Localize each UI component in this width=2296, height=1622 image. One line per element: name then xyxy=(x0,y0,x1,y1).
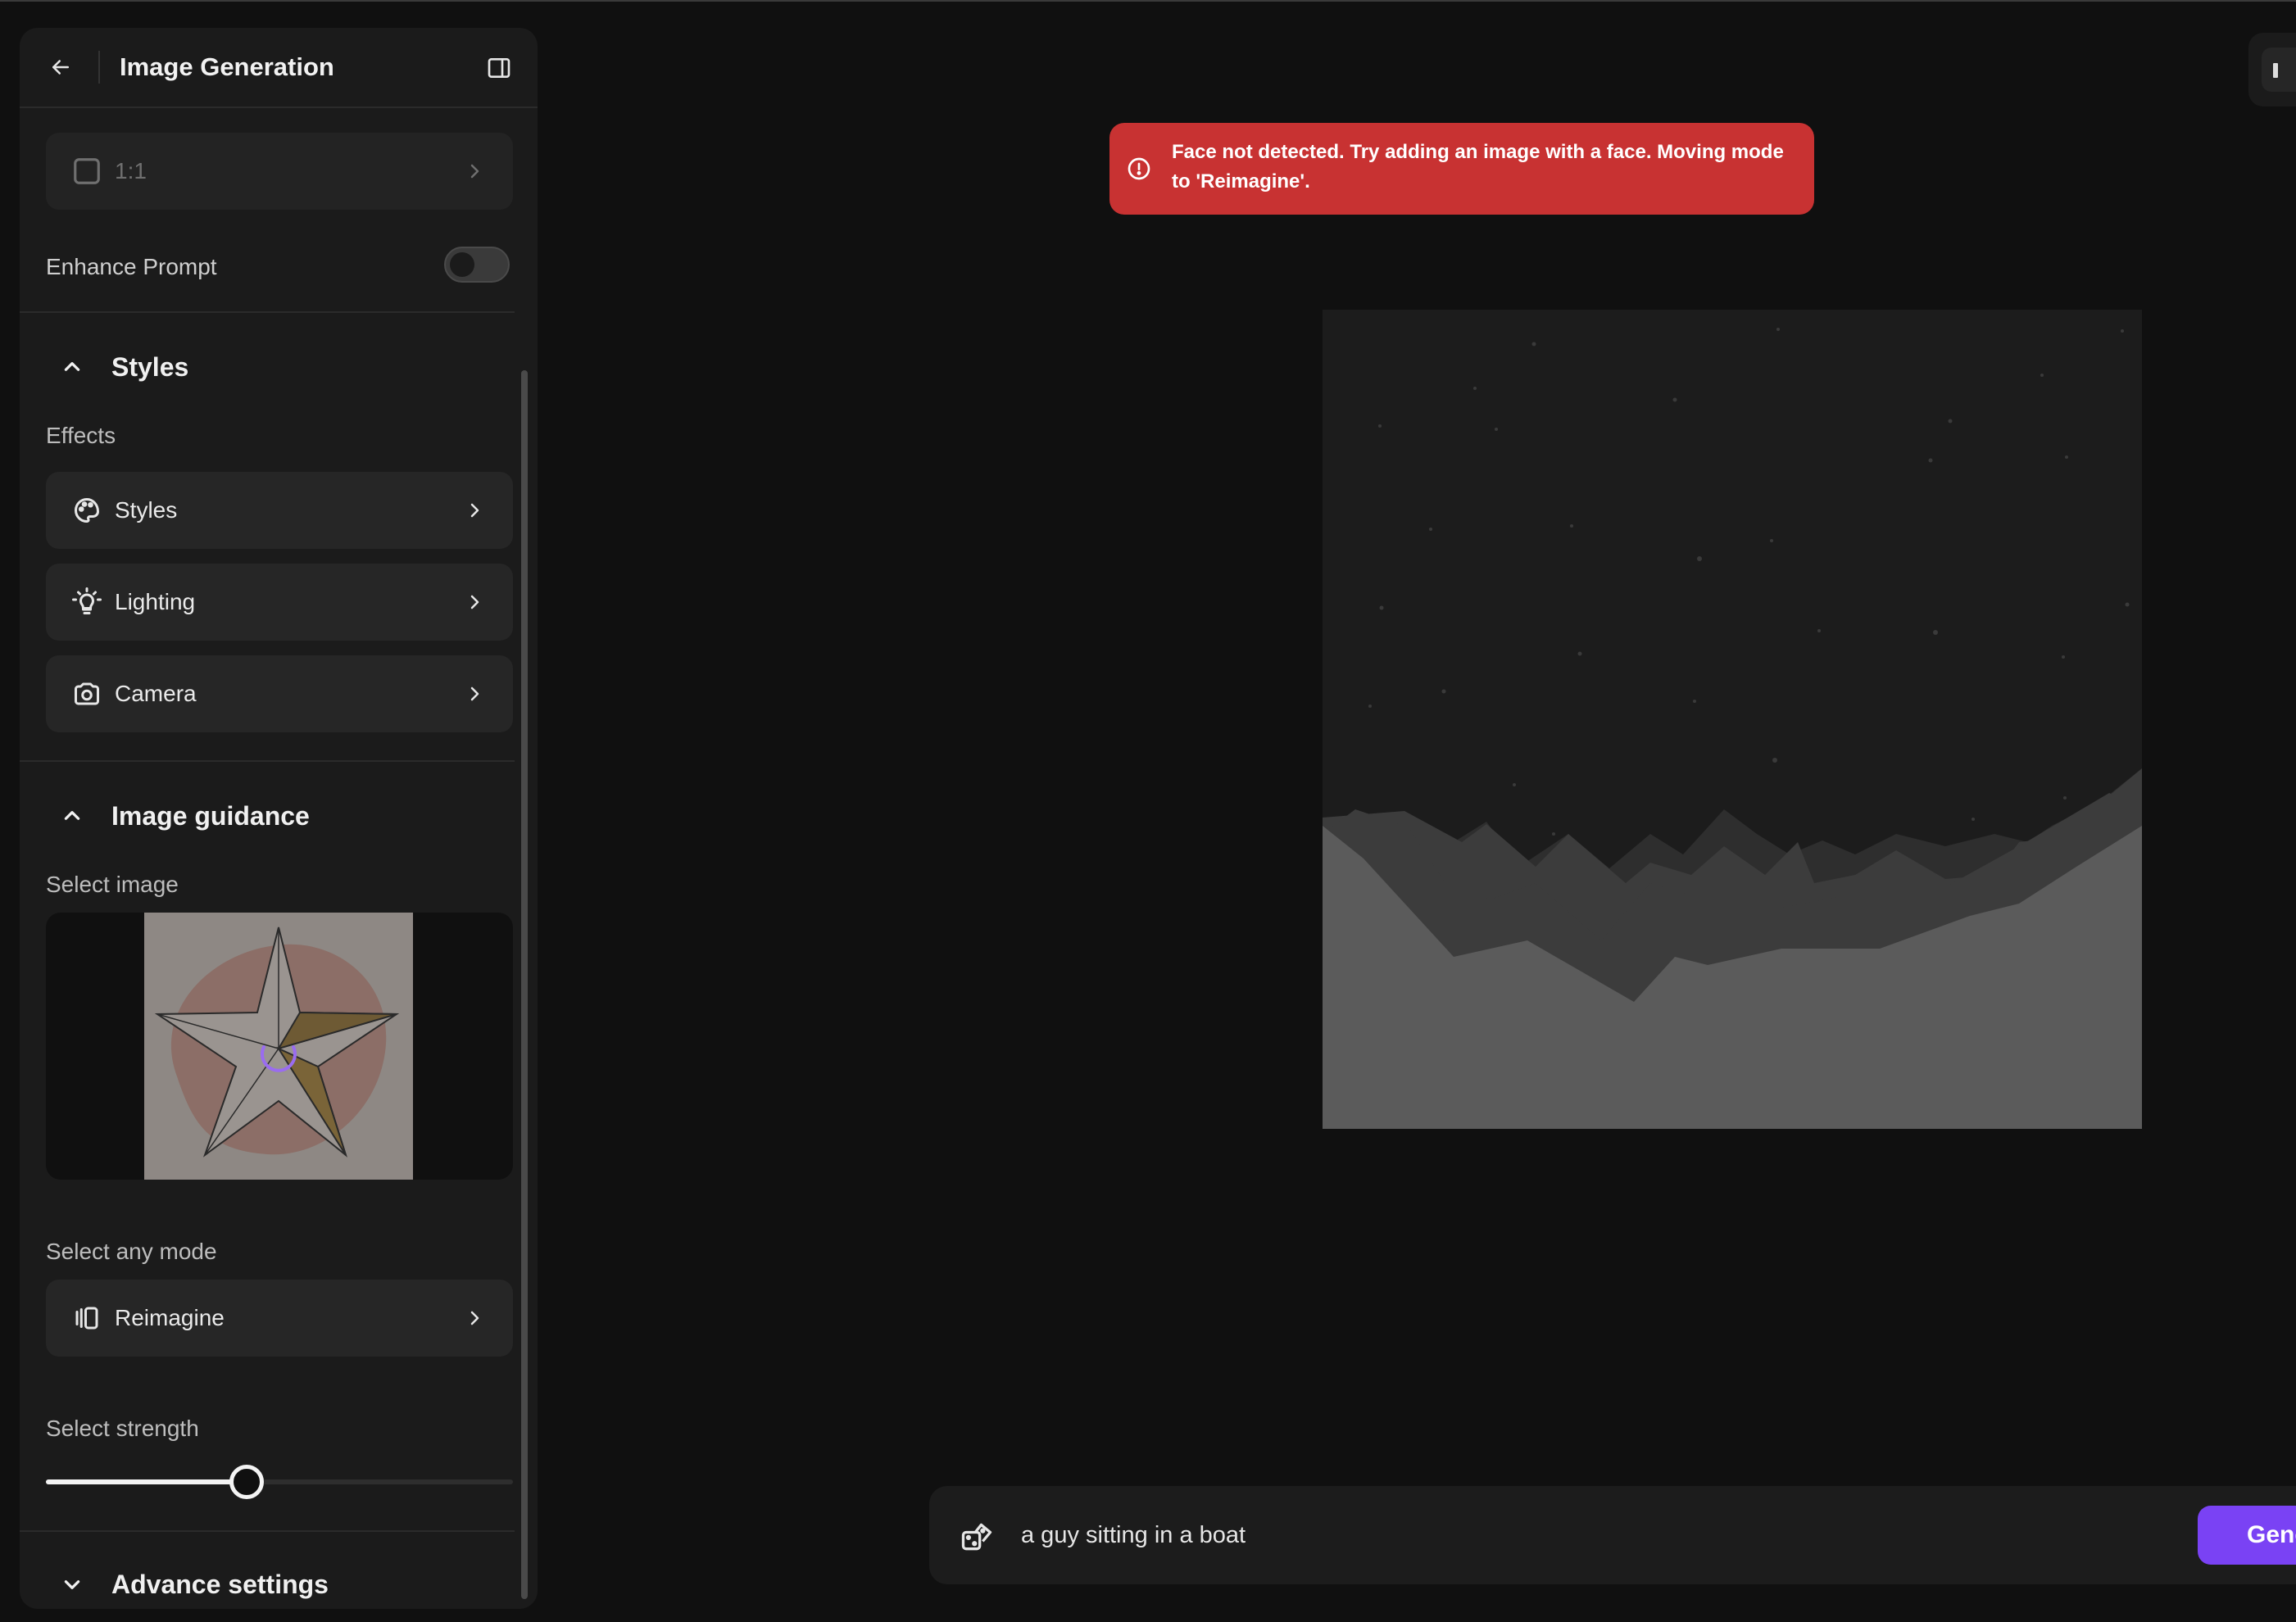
prompt-bar: a guy sitting in a boat xyxy=(929,1486,2296,1584)
select-strength-label: Select strength xyxy=(46,1416,199,1441)
prompt-input[interactable]: a guy sitting in a boat xyxy=(1021,1486,1246,1584)
strength-slider-thumb[interactable] xyxy=(229,1465,264,1499)
sidebar-title: Image Generation xyxy=(120,52,334,81)
toast-message: Face not detected. Try adding an image w… xyxy=(1172,141,1784,193)
effects-label: Effects xyxy=(46,423,116,448)
chevron-right-icon xyxy=(461,588,488,616)
strength-slider-fill xyxy=(46,1479,247,1484)
camera-button[interactable]: Camera xyxy=(46,655,513,732)
arrow-left-icon xyxy=(52,60,69,75)
window-top-border xyxy=(0,0,2296,2)
styles-button[interactable]: Styles xyxy=(46,472,513,549)
chevron-up-icon[interactable] xyxy=(57,801,87,831)
top-right-control-inner xyxy=(2262,48,2296,92)
aspect-ratio-selector[interactable]: 1:1 xyxy=(46,133,513,210)
camera-icon xyxy=(70,677,103,710)
advance-settings-title[interactable]: Advance settings xyxy=(111,1570,329,1600)
chevron-right-icon xyxy=(461,496,488,524)
camera-label: Camera xyxy=(115,681,197,706)
palette-icon xyxy=(70,494,103,527)
chevron-right-icon xyxy=(461,1304,488,1332)
reimagine-icon xyxy=(70,1302,103,1334)
styles-section-title[interactable]: Styles xyxy=(111,352,188,383)
lighting-button[interactable]: Lighting xyxy=(46,564,513,641)
pause-icon xyxy=(2273,63,2278,78)
chevron-right-icon xyxy=(461,157,488,185)
alert-circle-icon xyxy=(1124,154,1154,183)
error-toast: Face not detected. Try adding an image w… xyxy=(1109,123,1814,215)
enhance-prompt-label: Enhance Prompt xyxy=(46,254,217,279)
lighting-label: Lighting xyxy=(115,589,196,614)
back-button[interactable] xyxy=(44,51,77,84)
header-separator xyxy=(98,51,100,84)
lightbulb-icon xyxy=(70,586,103,618)
mode-selector[interactable]: Reimagine xyxy=(46,1280,513,1357)
toggle-panel-button[interactable] xyxy=(483,52,515,84)
strength-slider[interactable] xyxy=(46,1465,513,1499)
generated-image[interactable] xyxy=(1323,310,2142,1129)
image-guidance-title[interactable]: Image guidance xyxy=(111,801,310,831)
section-divider xyxy=(20,311,515,313)
chevron-down-icon[interactable] xyxy=(57,1570,87,1599)
generate-button[interactable]: Generate xyxy=(2198,1506,2296,1565)
section-divider xyxy=(20,760,515,762)
sidebar-scrollbar[interactable] xyxy=(521,370,528,1599)
mode-value: Reimagine xyxy=(115,1305,225,1330)
select-image-label: Select image xyxy=(46,872,179,897)
square-icon xyxy=(70,155,103,188)
sidebar-panel-icon xyxy=(488,58,510,78)
guidance-image-picker[interactable] xyxy=(46,913,513,1180)
settings-sidebar: Image Generation 1:1 Enhance Prompt Styl… xyxy=(20,28,538,1609)
enhance-prompt-toggle[interactable] xyxy=(444,247,510,283)
styles-label: Styles xyxy=(115,497,178,523)
chevron-up-icon[interactable] xyxy=(57,352,87,382)
random-prompt-dice-icon[interactable] xyxy=(957,1517,996,1556)
select-mode-label: Select any mode xyxy=(46,1239,217,1264)
top-right-control[interactable] xyxy=(2248,33,2296,106)
toggle-knob xyxy=(450,252,474,277)
sidebar-header: Image Generation xyxy=(20,28,538,108)
chevron-right-icon xyxy=(461,680,488,708)
aspect-ratio-value: 1:1 xyxy=(115,158,147,183)
section-divider xyxy=(20,1530,515,1532)
guidance-image-thumbnail xyxy=(144,913,413,1180)
